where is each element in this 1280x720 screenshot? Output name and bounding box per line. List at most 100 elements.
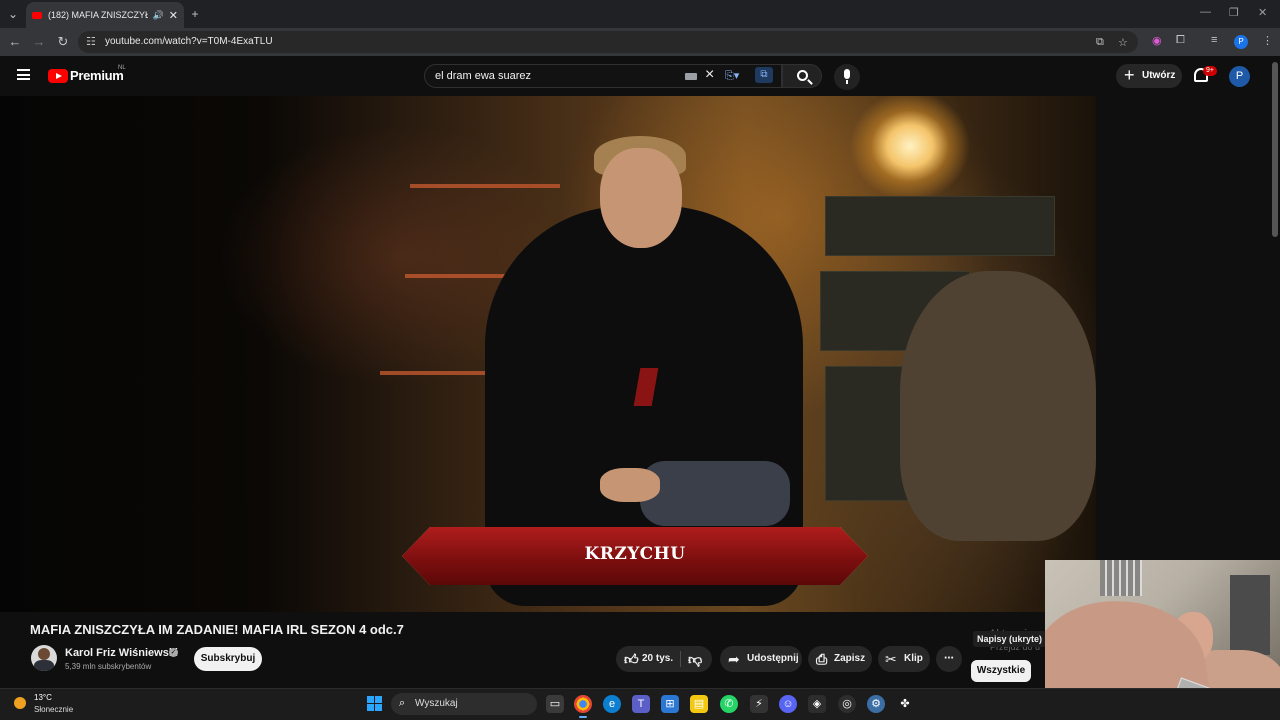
task-view-icon[interactable]: ▭: [546, 695, 564, 713]
sun-weather-icon[interactable]: [14, 697, 26, 709]
settings-gear-icon[interactable]: ⚙: [867, 695, 885, 713]
like-dislike-group: 👍︎ 20 tys. 👎︎: [616, 646, 712, 672]
maximize-icon[interactable]: ❐: [1229, 6, 1239, 19]
taskbar-search-label: Wyszukaj: [415, 698, 458, 709]
clip-label: Klip: [904, 653, 923, 664]
plus-icon: +: [1124, 65, 1135, 85]
chrome-app-icon[interactable]: [574, 695, 592, 713]
save-label: Zapisz: [834, 653, 866, 664]
scissors-icon: ✂: [885, 651, 897, 667]
app-icon[interactable]: ⚡: [750, 695, 768, 713]
video-title: MAFIA ZNISZCZYŁA IM ZADANIE! MAFIA IRL S…: [30, 622, 404, 637]
site-info-icon[interactable]: ☷: [86, 35, 96, 48]
search-icon: [797, 70, 808, 81]
verified-check-icon: ✓: [169, 648, 178, 657]
subscriber-count: 5,39 mln subskrybentów: [65, 662, 152, 671]
notification-badge: 9+: [1203, 66, 1217, 76]
tab-close-icon[interactable]: ✕: [169, 9, 178, 22]
browser-profile-avatar[interactable]: P: [1234, 35, 1248, 49]
discord-app-icon[interactable]: ☺: [779, 695, 797, 713]
store-app-icon[interactable]: ⊞: [661, 695, 679, 713]
screen-extension-icon[interactable]: ⧉: [755, 67, 773, 83]
app-grid-icon[interactable]: ✤: [896, 695, 914, 713]
sandbag: [900, 271, 1096, 541]
share-arrow-icon: ➦: [728, 651, 740, 667]
search-button[interactable]: [782, 64, 822, 88]
tab-search-chevron-icon[interactable]: ⌄: [5, 6, 21, 22]
video-player[interactable]: KRZYCHU: [0, 96, 1096, 612]
chrome-active-indicator: [579, 716, 587, 718]
channel-avatar[interactable]: [31, 645, 57, 671]
address-url[interactable]: youtube.com/watch?v=T0M-4ExaTLU: [105, 36, 273, 47]
browser-tab-strip: ⌄ (182) MAFIA ZNISZCZYŁA I 🔊 ✕ + — ❐ ✕: [0, 0, 1280, 28]
account-avatar[interactable]: P: [1229, 66, 1250, 87]
voice-search-button[interactable]: [834, 64, 860, 90]
shelf-light: [410, 184, 560, 188]
browser-tab-active[interactable]: (182) MAFIA ZNISZCZYŁA I 🔊 ✕: [26, 2, 184, 28]
minimize-icon[interactable]: —: [1200, 6, 1211, 18]
like-count[interactable]: 20 tys.: [642, 646, 673, 672]
audio-playing-icon[interactable]: 🔊: [153, 10, 164, 21]
browser-toolbar: ← → ↻ ☷ youtube.com/watch?v=T0M-4ExaTLU …: [0, 28, 1280, 56]
obs-app-icon[interactable]: ◎: [838, 695, 856, 713]
edge-app-icon[interactable]: e: [603, 695, 621, 713]
thumbs-up-icon[interactable]: 👍︎: [624, 646, 639, 672]
weather-temperature[interactable]: 13°C: [34, 693, 52, 702]
teams-app-icon[interactable]: T: [632, 695, 650, 713]
thumbs-down-icon[interactable]: 👎︎: [688, 646, 702, 672]
person-hands: [600, 468, 660, 502]
install-app-icon[interactable]: ⧉: [1096, 36, 1104, 49]
translate-extension-icon[interactable]: ⎘▾: [725, 69, 739, 83]
save-button[interactable]: ⎙ Zapisz: [808, 646, 872, 672]
create-button[interactable]: + Utwórz: [1116, 64, 1182, 88]
person-face: [600, 148, 682, 248]
like-divider: [680, 651, 681, 667]
room-shelf: [1230, 575, 1270, 655]
new-tab-button[interactable]: +: [187, 6, 203, 22]
file-explorer-icon[interactable]: ▤: [690, 695, 708, 713]
extensions-puzzle-icon[interactable]: ⧠: [1176, 34, 1185, 47]
create-label: Utwórz: [1142, 70, 1176, 81]
youtube-favicon-icon: [32, 11, 42, 19]
back-arrow-icon[interactable]: ←: [7, 34, 23, 50]
bookmark-star-icon[interactable]: ☆: [1118, 36, 1128, 49]
clip-button[interactable]: ✂ Klip: [878, 646, 930, 672]
region-code: NL: [118, 65, 126, 71]
browser-menu-icon[interactable]: ⋮: [1262, 34, 1273, 47]
windows-start-icon[interactable]: [367, 696, 382, 711]
clear-search-icon[interactable]: ×: [705, 66, 714, 84]
name-banner-text: KRZYCHU: [584, 544, 686, 564]
mic-icon: [844, 69, 850, 79]
share-button[interactable]: ➦ Udostępnij: [720, 646, 802, 672]
taskbar-search[interactable]: ⌕ Wyszukaj: [391, 693, 537, 715]
subscribe-button[interactable]: Subskrybuj: [194, 647, 262, 671]
reading-list-icon[interactable]: ≡: [1211, 34, 1217, 46]
extension-icon[interactable]: ◉: [1152, 34, 1162, 47]
youtube-brand[interactable]: Premium: [70, 68, 124, 83]
search-query[interactable]: el dram ewa suarez: [435, 70, 531, 82]
captions-tooltip: Napisy (ukryte): [973, 631, 1047, 647]
address-bar[interactable]: ☷ youtube.com/watch?v=T0M-4ExaTLU ⧉ ☆: [78, 31, 1138, 53]
search-input[interactable]: el dram ewa suarez × ⎘▾ ⧉: [424, 64, 782, 88]
ammo-crate: [825, 196, 1055, 256]
forward-arrow-icon[interactable]: →: [31, 34, 47, 50]
page-scrollbar[interactable]: [1272, 62, 1278, 237]
window-close-icon[interactable]: ✕: [1258, 6, 1267, 19]
reload-icon[interactable]: ↻: [55, 34, 71, 50]
more-actions-button[interactable]: ⋯: [936, 646, 962, 672]
search-icon: ⌕: [399, 697, 406, 709]
wall-photos: [1100, 560, 1142, 596]
hamburger-menu-icon[interactable]: [17, 69, 30, 80]
weather-description[interactable]: Słonecznie: [34, 705, 73, 714]
person-jeans: [640, 461, 790, 526]
whatsapp-app-icon[interactable]: ✆: [720, 695, 738, 713]
filter-chip-all[interactable]: Wszystkie: [971, 660, 1031, 682]
app-icon[interactable]: ◈: [808, 695, 826, 713]
tab-title: (182) MAFIA ZNISZCZYŁA I: [48, 10, 148, 20]
youtube-header: Premium NL el dram ewa suarez × ⎘▾ ⧉ + U…: [0, 56, 1280, 96]
share-label: Udostępnij: [747, 653, 799, 664]
bookmark-icon: ⎙: [816, 651, 828, 667]
channel-name[interactable]: Karol Friz Wiśniewski: [65, 647, 178, 659]
youtube-logo-icon[interactable]: [48, 69, 68, 83]
keyboard-icon[interactable]: [685, 73, 697, 80]
